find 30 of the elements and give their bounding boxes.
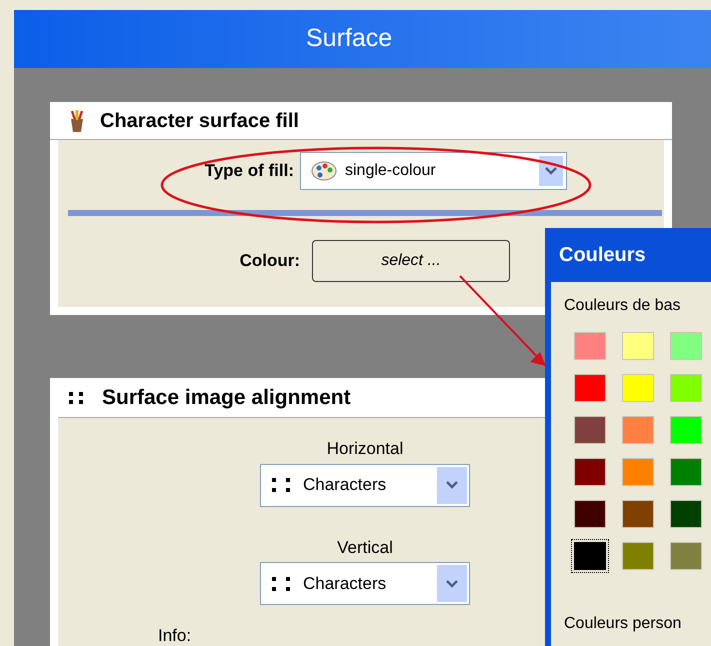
info-label: Info: (158, 625, 192, 646)
colour-label: Colour: (238, 250, 300, 272)
panel-title: Surface (306, 23, 392, 54)
horizontal-label: Horizontal (326, 438, 404, 460)
dropdown-button[interactable] (437, 565, 467, 602)
colour-swatch[interactable] (574, 542, 606, 570)
dropdown-value: Characters (303, 474, 388, 496)
chevron-down-icon (446, 481, 458, 489)
chevron-down-icon (446, 580, 458, 588)
custom-colours-label: Couleurs person (564, 614, 682, 634)
dots-icon (271, 574, 293, 592)
vertical-label: Vertical (337, 536, 393, 558)
card-title: Character surface fill (100, 108, 299, 134)
fill-type-dropdown[interactable]: single-colour (300, 152, 567, 190)
dropdown-value: single-colour (345, 161, 437, 181)
dropdown-button[interactable] (539, 156, 563, 186)
palette-icon (311, 160, 337, 182)
dropdown-button[interactable] (437, 466, 467, 504)
alignment-dropdown[interactable]: Characters (260, 464, 470, 506)
card-title: Surface image alignment (102, 384, 351, 411)
basic-colours-label: Couleurs de bas (564, 296, 682, 316)
dots-icon (68, 390, 84, 404)
alignment-dropdown[interactable]: Characters (260, 562, 470, 605)
select-colour-button[interactable]: select ... (312, 240, 510, 282)
type-of-fill-label: Type of fill: (204, 160, 294, 182)
dropdown-value: Characters (303, 572, 388, 595)
dots-icon (271, 476, 293, 494)
chevron-down-icon (545, 167, 557, 175)
paint-brushes-icon (68, 108, 86, 132)
dialog-title: Couleurs (559, 243, 646, 268)
